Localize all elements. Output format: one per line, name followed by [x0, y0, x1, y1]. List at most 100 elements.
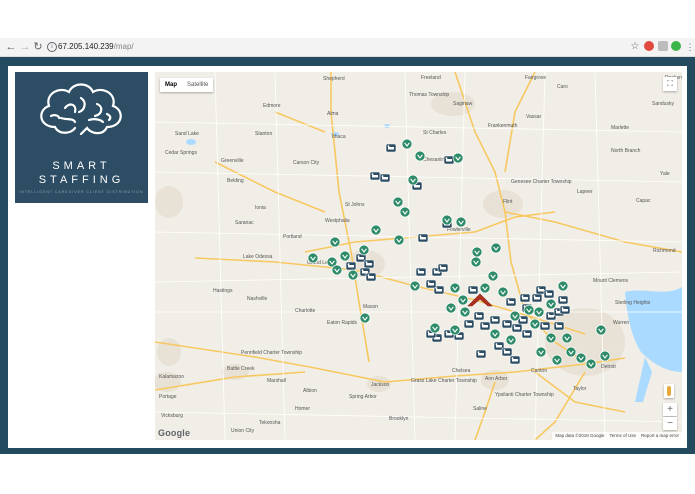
caregiver-marker[interactable] [445, 302, 457, 314]
caregiver-marker[interactable] [557, 280, 569, 292]
client-marker[interactable] [505, 297, 517, 307]
google-map[interactable]: ShepherdFreelandFairgroveCaroDeckerville… [155, 72, 682, 440]
caregiver-marker[interactable] [358, 244, 370, 256]
terms-link[interactable]: Terms of Use [609, 432, 636, 440]
caregiver-marker[interactable] [414, 150, 426, 162]
address-bar[interactable]: 67.205.140.239/map/ [58, 41, 134, 53]
caregiver-marker[interactable] [535, 346, 547, 358]
client-marker[interactable] [443, 155, 455, 165]
caregiver-marker[interactable] [457, 294, 469, 306]
map-type-satellite[interactable]: Satellite [182, 78, 213, 92]
caregiver-marker[interactable] [392, 196, 404, 208]
caregiver-marker[interactable] [307, 252, 319, 264]
client-marker[interactable] [385, 143, 397, 153]
caregiver-marker[interactable] [545, 332, 557, 344]
caregiver-marker[interactable] [551, 354, 563, 366]
client-marker[interactable] [543, 289, 555, 299]
client-marker[interactable] [363, 259, 375, 269]
client-marker[interactable] [511, 323, 523, 333]
caregiver-marker[interactable] [497, 286, 509, 298]
caregiver-marker[interactable] [401, 138, 413, 150]
caregiver-marker[interactable] [459, 306, 471, 318]
caregiver-marker[interactable] [329, 236, 341, 248]
caregiver-marker[interactable] [561, 332, 573, 344]
client-marker[interactable] [479, 321, 491, 331]
client-marker[interactable] [415, 267, 427, 277]
map-type-control[interactable]: Map Satellite [160, 78, 214, 92]
client-marker[interactable] [437, 263, 449, 273]
place-label: Belding [227, 178, 244, 184]
caregiver-marker[interactable] [529, 318, 541, 330]
client-marker[interactable] [553, 321, 565, 331]
google-logo[interactable]: Google [158, 428, 190, 438]
zoom-in-button[interactable]: + [663, 403, 677, 416]
caregiver-marker[interactable] [441, 214, 453, 226]
map-type-map[interactable]: Map [160, 78, 182, 92]
caregiver-marker[interactable] [331, 264, 343, 276]
client-marker[interactable] [519, 293, 531, 303]
client-marker[interactable] [489, 315, 501, 325]
client-marker[interactable] [369, 171, 381, 181]
caregiver-marker[interactable] [470, 256, 482, 268]
caregiver-marker[interactable] [489, 328, 501, 340]
client-marker[interactable] [557, 295, 569, 305]
caregiver-marker[interactable] [452, 152, 464, 164]
report-error-link[interactable]: Report a map error [641, 432, 679, 440]
caregiver-marker[interactable] [565, 346, 577, 358]
client-marker[interactable] [521, 329, 533, 339]
caregiver-marker[interactable] [407, 174, 419, 186]
caregiver-marker[interactable] [599, 350, 611, 362]
client-marker[interactable] [345, 261, 357, 271]
caregiver-marker[interactable] [409, 280, 421, 292]
client-marker[interactable] [531, 293, 543, 303]
caregiver-marker[interactable] [585, 358, 597, 370]
caregiver-marker[interactable] [471, 246, 483, 258]
caregiver-marker[interactable] [505, 334, 517, 346]
caregiver-marker[interactable] [449, 282, 461, 294]
client-marker[interactable] [425, 279, 437, 289]
caregiver-marker[interactable] [449, 324, 461, 336]
caregiver-marker[interactable] [509, 310, 521, 322]
caregiver-marker[interactable] [370, 224, 382, 236]
caregiver-marker[interactable] [545, 298, 557, 310]
caregiver-marker[interactable] [490, 242, 502, 254]
extension-grey-icon[interactable] [658, 41, 668, 51]
caregiver-marker[interactable] [393, 234, 405, 246]
client-marker[interactable] [501, 319, 513, 329]
menu-kebab-icon[interactable]: ⋮ [683, 40, 695, 54]
caregiver-marker[interactable] [523, 304, 535, 316]
street-view-pegman-icon[interactable] [664, 384, 674, 398]
caregiver-marker[interactable] [359, 312, 371, 324]
caregiver-marker[interactable] [479, 282, 491, 294]
client-marker[interactable] [467, 285, 479, 295]
map-canvas[interactable]: ShepherdFreelandFairgroveCaroDeckerville… [155, 72, 682, 440]
client-marker[interactable] [539, 321, 551, 331]
caregiver-marker[interactable] [399, 206, 411, 218]
client-marker[interactable] [559, 305, 571, 315]
caregiver-marker[interactable] [533, 306, 545, 318]
client-marker[interactable] [509, 355, 521, 365]
caregiver-marker[interactable] [339, 250, 351, 262]
client-marker[interactable] [365, 272, 377, 282]
caregiver-marker[interactable] [487, 270, 499, 282]
fullscreen-icon[interactable]: ⛶ [663, 77, 677, 91]
zoom-out-button[interactable]: − [663, 417, 677, 430]
client-marker[interactable] [473, 311, 485, 321]
caregiver-marker[interactable] [429, 322, 441, 334]
info-icon[interactable]: i [47, 42, 57, 52]
caregiver-marker[interactable] [347, 269, 359, 281]
client-marker[interactable] [501, 347, 513, 357]
extension-green-icon[interactable] [671, 41, 681, 51]
client-marker[interactable] [475, 349, 487, 359]
client-marker[interactable] [463, 319, 475, 329]
star-icon[interactable]: ☆ [628, 40, 642, 54]
reload-icon[interactable]: ↻ [31, 40, 45, 54]
client-marker[interactable] [417, 233, 429, 243]
caregiver-marker[interactable] [595, 324, 607, 336]
caregiver-marker[interactable] [575, 352, 587, 364]
back-icon[interactable]: ← [4, 40, 18, 54]
extension-opera-icon[interactable] [644, 41, 654, 51]
forward-icon[interactable]: → [18, 40, 32, 54]
caregiver-marker[interactable] [455, 216, 467, 228]
client-marker[interactable] [379, 173, 391, 183]
